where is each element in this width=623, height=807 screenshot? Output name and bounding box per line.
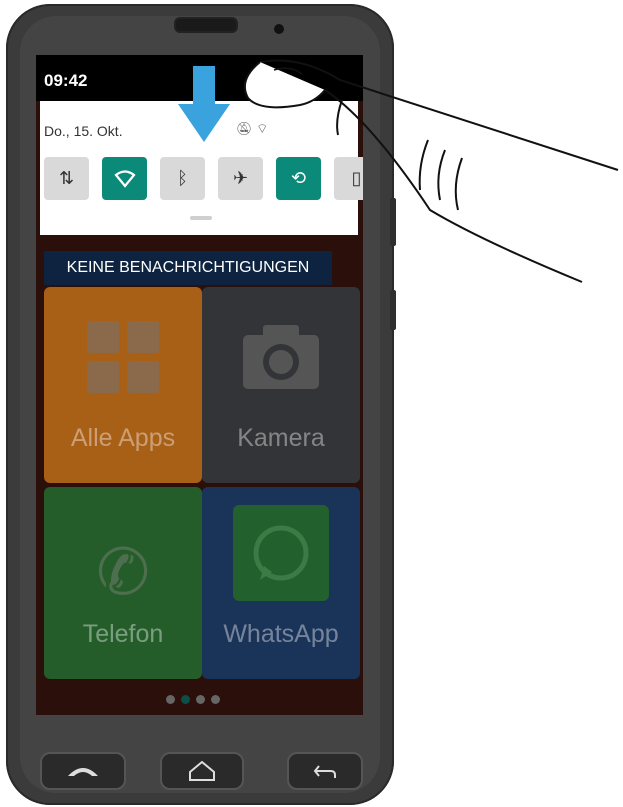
back-arrow-icon bbox=[313, 765, 336, 778]
whatsapp-icon bbox=[233, 505, 329, 601]
app-label: WhatsApp bbox=[223, 620, 339, 648]
bluetooth-icon[interactable]: ᛒ bbox=[160, 157, 205, 200]
drag-handle[interactable] bbox=[190, 216, 212, 220]
call-button[interactable] bbox=[40, 752, 126, 790]
back-button[interactable] bbox=[287, 752, 363, 790]
front-camera bbox=[274, 24, 284, 34]
chat-bubble-icon bbox=[253, 525, 309, 581]
phone-hangup-icon bbox=[68, 768, 98, 776]
wifi-icon[interactable] bbox=[102, 157, 147, 200]
app-label: Alle Apps bbox=[70, 424, 176, 452]
grid-icon bbox=[87, 321, 159, 393]
power-button[interactable] bbox=[390, 290, 396, 330]
camera-icon bbox=[243, 325, 319, 389]
app-tile-alle-apps[interactable]: Alle Apps bbox=[44, 287, 202, 483]
page-dot[interactable] bbox=[211, 695, 220, 704]
page-dot-active[interactable] bbox=[181, 695, 190, 704]
home-icon bbox=[189, 760, 215, 781]
earpiece-speaker bbox=[174, 17, 238, 33]
page-indicator bbox=[166, 695, 220, 704]
home-button[interactable] bbox=[160, 752, 244, 790]
app-tile-telefon[interactable]: ✆ Telefon bbox=[44, 487, 202, 679]
clock: 09:42 bbox=[44, 71, 88, 90]
page-dot[interactable] bbox=[166, 695, 175, 704]
app-label: Telefon bbox=[82, 620, 164, 648]
app-label: Kamera bbox=[237, 424, 325, 452]
swipe-down-arrow-icon bbox=[178, 66, 230, 142]
data-arrows-icon[interactable]: ⇅ bbox=[44, 157, 89, 200]
page-dot[interactable] bbox=[196, 695, 205, 704]
finger-illustration bbox=[244, 59, 619, 283]
app-tile-whatsapp[interactable]: WhatsApp bbox=[202, 487, 360, 679]
date-label: Do., 15. Okt. bbox=[44, 123, 123, 139]
app-tile-kamera[interactable]: Kamera bbox=[202, 287, 360, 483]
phone-icon: ✆ bbox=[96, 536, 150, 608]
